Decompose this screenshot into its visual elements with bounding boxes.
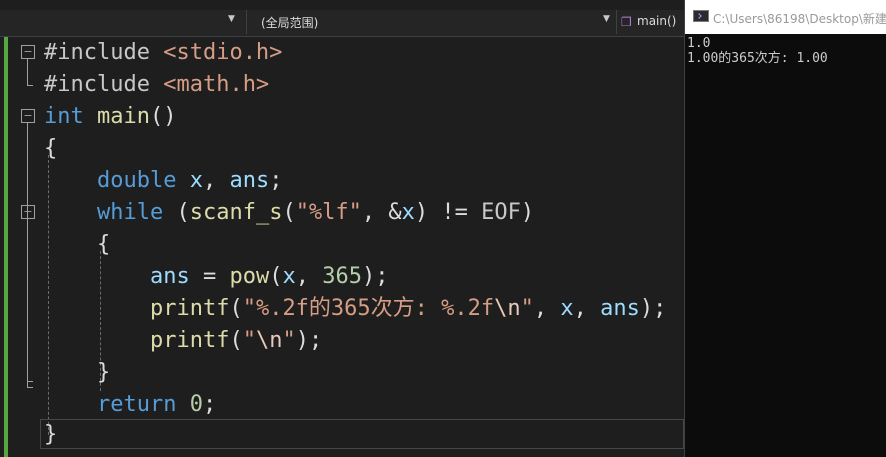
console-title: C:\Users\86198\Desktop\新建文 xyxy=(713,12,886,26)
code-line-10: printf("\n"); xyxy=(0,325,684,357)
console-output-line: 1.00的365次方: 1.00 xyxy=(687,51,828,66)
punct: ); xyxy=(361,264,389,289)
code-editor[interactable]: − #include <stdio.h> #include <math.h> −… xyxy=(0,37,684,457)
code-line-2: #include <math.h> xyxy=(0,69,684,101)
string-literal: "%.2f的365次方: %.2f xyxy=(242,296,495,321)
brace: { xyxy=(96,232,111,257)
code-line-13: } xyxy=(0,419,684,451)
chevron-down-icon: ▼ xyxy=(603,14,610,24)
brace: } xyxy=(96,360,111,385)
scope-dropdown[interactable]: (全局范围) ▼ xyxy=(246,10,615,34)
number-literal: 0 xyxy=(189,392,203,417)
project-dropdown[interactable]: ▼ xyxy=(0,10,240,34)
code-line-5: double x, ans; xyxy=(0,165,684,197)
keyword: return xyxy=(96,392,177,417)
include-path: <stdio.h> xyxy=(163,40,283,65)
function-name: main xyxy=(97,104,150,129)
punct: = xyxy=(189,264,230,289)
punct: , xyxy=(202,168,230,193)
string-literal: " xyxy=(242,328,256,353)
collapse-icon[interactable]: − xyxy=(21,109,35,123)
punct: ( xyxy=(282,200,296,225)
collapse-icon[interactable]: − xyxy=(21,205,35,219)
punct: ; xyxy=(202,392,217,417)
punct: ) != xyxy=(414,200,482,225)
code-line-12: return 0; xyxy=(0,389,684,421)
variable: x xyxy=(401,200,415,225)
function-dropdown[interactable]: ❒ main() xyxy=(616,10,685,34)
code-line-9: printf("%.2f的365次方: %.2f\n", x, ans); xyxy=(0,293,684,325)
console-window[interactable]: C:\Users\86198\Desktop\新建文 1.0 1.00的365次… xyxy=(684,0,886,457)
collapse-icon[interactable]: − xyxy=(21,45,35,59)
directive: #include xyxy=(44,40,164,65)
number-literal: 365 xyxy=(322,264,362,289)
variable: ans xyxy=(149,264,190,289)
function-cube-icon: ❒ xyxy=(621,15,632,29)
type-keyword: int xyxy=(44,104,84,129)
code-line-6: − while (scanf_s("%lf", &x) != EOF) xyxy=(0,197,684,229)
punct: ( xyxy=(163,200,190,225)
string-literal: "%lf" xyxy=(295,200,362,225)
console-icon xyxy=(693,10,709,22)
variable: ans xyxy=(229,168,270,193)
punct: , & xyxy=(361,200,402,225)
navigation-bar: ▼ (全局范围) ▼ ❒ main() xyxy=(0,10,684,37)
function-name: printf xyxy=(149,328,230,353)
chevron-down-icon: ▼ xyxy=(228,14,235,24)
variable: x xyxy=(176,168,203,193)
scope-dropdown-label: (全局范围) xyxy=(261,16,319,30)
brace: { xyxy=(44,136,58,161)
parens: () xyxy=(149,104,177,129)
string-literal: " xyxy=(520,296,534,321)
punct: ( xyxy=(229,328,243,353)
escape-sequence: \n xyxy=(494,296,521,321)
code-line-4: { xyxy=(0,133,684,165)
punct: , xyxy=(533,296,561,321)
variable: x xyxy=(560,296,574,321)
punct: ); xyxy=(639,296,667,321)
macro: EOF xyxy=(481,200,521,225)
code-line-3: − int main() xyxy=(0,101,684,133)
variable: x xyxy=(282,264,296,289)
punct: , xyxy=(573,296,601,321)
keyword: while xyxy=(96,200,164,225)
variable: ans xyxy=(600,296,640,321)
code-line-1: − #include <stdio.h> xyxy=(0,37,684,69)
escape-sequence: \n xyxy=(255,328,283,353)
punct: , xyxy=(295,264,323,289)
console-title-bar[interactable]: C:\Users\86198\Desktop\新建文 xyxy=(685,0,886,34)
code-line-7: { xyxy=(0,229,684,261)
brace: } xyxy=(44,422,58,447)
punct: ; xyxy=(269,168,283,193)
function-dropdown-label: main() xyxy=(637,14,677,28)
code-line-11: } xyxy=(0,357,684,389)
include-path: <math.h> xyxy=(163,72,270,97)
console-output-line: 1.0 xyxy=(687,36,711,51)
punct: ( xyxy=(269,264,283,289)
function-name: scanf_s xyxy=(189,200,283,225)
punct: ); xyxy=(295,328,323,353)
code-line-8: ans = pow(x, 365); xyxy=(0,261,684,293)
function-name: pow xyxy=(229,264,270,289)
directive: #include xyxy=(44,72,164,97)
punct: ) xyxy=(520,200,535,225)
type-keyword: double xyxy=(96,168,177,193)
function-name: printf xyxy=(149,296,230,321)
string-literal: " xyxy=(282,328,296,353)
punct: ( xyxy=(229,296,243,321)
